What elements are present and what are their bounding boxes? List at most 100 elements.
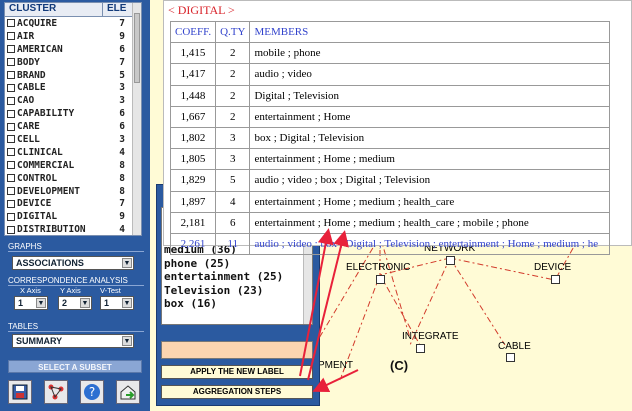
graphs-select[interactable]: ASSOCIATIONS ▼ <box>12 256 134 270</box>
cluster-checkbox[interactable] <box>7 212 15 221</box>
cluster-checkbox[interactable] <box>7 161 15 170</box>
aggregation-row[interactable]: 2,261 11 audio ; video ; box ; Digital ; T… <box>169 232 611 256</box>
aggregation-row[interactable]: 1,448 2 Digital ; Television <box>169 84 611 107</box>
select-subset-button[interactable]: SELECT A SUBSET <box>8 360 142 373</box>
aggregation-row[interactable]: 1,415 2 mobile ; phone <box>169 42 611 65</box>
node-partial-label[interactable]: PMENT <box>318 360 353 371</box>
left-panel: CLUSTER ELE ACQUIRE 7 AIR 9 AMERICAN 6 BODY 7 BR… <box>0 0 150 411</box>
cluster-row[interactable]: CELL 3 <box>5 133 141 146</box>
cluster-list-header: CLUSTER ELE <box>5 3 141 17</box>
cluster-list-scrollbar[interactable] <box>132 3 141 235</box>
save-icon[interactable] <box>8 380 32 404</box>
member-item[interactable]: phone (25) <box>162 257 312 271</box>
cluster-checkbox[interactable] <box>7 174 15 183</box>
aggregation-row[interactable]: 1,829 5 audio ; video ; box ; Digital ; Te… <box>169 169 611 192</box>
cluster-row[interactable]: AIR 9 <box>5 30 141 43</box>
chevron-down-icon[interactable]: ▼ <box>36 298 46 308</box>
cluster-row[interactable]: COMMERCIAL 8 <box>5 159 141 172</box>
cluster-row[interactable]: CLINICAL 4 <box>5 146 141 159</box>
cluster-checkbox[interactable] <box>7 148 15 157</box>
node-device-box[interactable] <box>551 275 560 284</box>
node-integrate[interactable]: INTEGRATE <box>402 331 458 342</box>
member-item[interactable]: box (16) <box>162 297 312 311</box>
members-cell: Digital ; Television <box>249 84 611 107</box>
members-cell: entertainment ; Home ; medium <box>249 148 611 171</box>
node-electronic-box[interactable] <box>376 275 385 284</box>
home-exit-icon[interactable] <box>116 380 140 404</box>
network-graph-icon[interactable] <box>44 380 68 404</box>
members-cell: entertainment ; Home <box>249 105 611 128</box>
chevron-down-icon[interactable]: ▼ <box>122 258 132 268</box>
cluster-row[interactable]: CARE 6 <box>5 120 141 133</box>
coeff-cell: 2,261 <box>169 232 217 256</box>
x-axis-select[interactable]: 1 ▼ <box>14 296 48 310</box>
graphs-section-label: GRAPHS <box>8 242 144 252</box>
qty-cell: 2 <box>215 84 251 107</box>
chevron-down-icon[interactable]: ▼ <box>122 298 132 308</box>
cluster-row[interactable]: DEVELOPMENT 8 <box>5 185 141 198</box>
node-cable-box[interactable] <box>506 353 515 362</box>
ele-column-header[interactable]: ELE <box>103 3 126 16</box>
node-device[interactable]: DEVICE <box>534 262 571 273</box>
member-item[interactable]: Television (23) <box>162 284 312 298</box>
cluster-checkbox[interactable] <box>7 32 15 41</box>
cluster-row[interactable]: CAPABILITY 6 <box>5 107 141 120</box>
cluster-checkbox[interactable] <box>7 122 15 131</box>
cluster-checkbox[interactable] <box>7 135 15 144</box>
qty-header: Q.TY <box>215 20 251 44</box>
cluster-checkbox[interactable] <box>7 19 15 28</box>
cluster-checkbox[interactable] <box>7 45 15 54</box>
help-icon[interactable]: ? <box>80 380 104 404</box>
aggregation-steps-popup: < DIGITAL > COEFF. Q.TY MEMBERS 1,415 2 mo… <box>163 0 632 256</box>
cluster-row[interactable]: DIGITAL 9 <box>5 210 141 223</box>
cluster-row[interactable]: BODY 7 <box>5 56 141 69</box>
cluster-row[interactable]: DEVICE 7 <box>5 197 141 210</box>
cluster-row[interactable]: DISTRIBUTION 4 <box>5 223 141 235</box>
cluster-checkbox[interactable] <box>7 71 15 79</box>
chevron-down-icon[interactable]: ▼ <box>80 298 90 308</box>
aggregation-row[interactable]: 1,667 2 entertainment ; Home <box>169 105 611 128</box>
cluster-ele: 7 <box>119 17 125 29</box>
aggregation-row[interactable]: 1,805 3 entertainment ; Home ; medium <box>169 148 611 171</box>
coeff-header: COEFF. <box>169 20 217 44</box>
tables-select[interactable]: SUMMARY ▼ <box>12 334 134 348</box>
cluster-checkbox[interactable] <box>7 83 15 92</box>
cluster-column-header[interactable]: CLUSTER <box>5 3 103 16</box>
cluster-checkbox[interactable] <box>7 109 15 118</box>
cluster-name: BODY <box>17 56 40 68</box>
aggregation-steps-button[interactable]: AGGREGATION STEPS <box>161 385 313 399</box>
aggregation-row[interactable]: 1,417 2 audio ; video <box>169 63 611 86</box>
coeff-cell: 1,802 <box>169 126 217 150</box>
cluster-list[interactable]: CLUSTER ELE ACQUIRE 7 AIR 9 AMERICAN 6 BODY 7 BR… <box>4 2 142 236</box>
cluster-row[interactable]: CABLE 3 <box>5 81 141 94</box>
cluster-row[interactable]: AMERICAN 6 <box>5 43 141 56</box>
cluster-checkbox[interactable] <box>7 96 15 105</box>
cluster-ele: 8 <box>119 159 125 171</box>
cluster-row[interactable]: ACQUIRE 7 <box>5 17 141 30</box>
aggregation-row[interactable]: 1,802 3 box ; Digital ; Television <box>169 126 611 150</box>
cluster-ele: 6 <box>119 108 125 120</box>
node-network-box[interactable] <box>446 256 455 265</box>
apply-label-button[interactable]: APPLY THE NEW LABEL <box>161 365 313 379</box>
v-test-value: 1 <box>104 298 110 308</box>
cluster-checkbox[interactable] <box>7 187 15 196</box>
node-electronic[interactable]: ELECTRONIC <box>346 262 410 273</box>
scrollbar-thumb[interactable] <box>134 13 140 83</box>
cluster-name: DEVICE <box>17 198 52 210</box>
cluster-checkbox[interactable] <box>7 225 15 234</box>
aggregation-row[interactable]: 2,181 6 entertainment ; Home ; medium ; he… <box>169 211 611 234</box>
member-item[interactable]: entertainment (25) <box>162 270 312 284</box>
node-integrate-box[interactable] <box>416 344 425 353</box>
new-label-input[interactable] <box>161 341 313 359</box>
cluster-row[interactable]: BRAND 5 <box>5 69 141 82</box>
y-axis-select[interactable]: 2 ▼ <box>58 296 92 310</box>
cluster-checkbox[interactable] <box>7 199 15 208</box>
aggregation-row[interactable]: 1,897 4 entertainment ; Home ; medium ; he… <box>169 190 611 213</box>
cluster-row[interactable]: CAO 3 <box>5 94 141 107</box>
chevron-down-icon[interactable]: ▼ <box>122 336 132 346</box>
node-cable[interactable]: CABLE <box>498 341 531 352</box>
cluster-name: DIGITAL <box>17 211 58 223</box>
cluster-row[interactable]: CONTROL 8 <box>5 172 141 185</box>
cluster-checkbox[interactable] <box>7 58 15 67</box>
v-test-select[interactable]: 1 ▼ <box>100 296 134 310</box>
